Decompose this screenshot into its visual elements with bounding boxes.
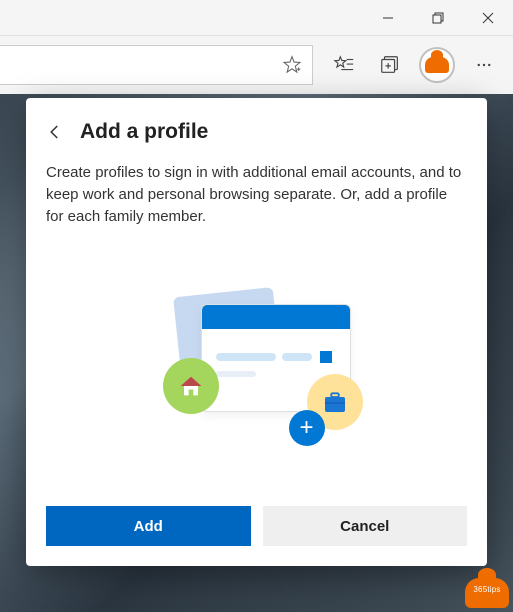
window-titlebar [0,0,513,36]
cloud-badge-icon [425,57,449,73]
favorites-button[interactable] [321,42,367,88]
add-profile-dialog: Add a profile Create profiles to sign in… [26,98,487,566]
add-favorite-star-icon[interactable] [282,55,302,75]
more-menu-button[interactable] [461,42,507,88]
minimize-icon [382,12,394,24]
maximize-icon [432,12,444,24]
favorites-star-lines-icon [333,54,355,76]
address-bar[interactable] [0,45,313,85]
close-button[interactable] [463,0,513,35]
home-icon [163,358,219,414]
collections-button[interactable] [367,42,413,88]
plus-icon: + [289,410,325,446]
watermark-text: 365tips [465,585,509,594]
add-button[interactable]: Add [46,506,251,546]
profile-avatar-button[interactable] [419,47,455,83]
illustration: + [46,247,467,488]
cancel-button[interactable]: Cancel [263,506,468,546]
maximize-button[interactable] [413,0,463,35]
ellipsis-icon [475,56,493,74]
chevron-left-icon [46,123,64,141]
watermark-badge: 365tips [465,578,509,608]
dialog-description: Create profiles to sign in with addition… [46,162,467,227]
minimize-button[interactable] [363,0,413,35]
dialog-title: Add a profile [80,120,208,144]
browser-toolbar [0,36,513,94]
dialog-buttons: Add Cancel [46,506,467,546]
close-icon [482,12,494,24]
back-button[interactable] [46,123,64,141]
collections-icon [379,54,401,76]
dialog-header: Add a profile [46,120,467,144]
